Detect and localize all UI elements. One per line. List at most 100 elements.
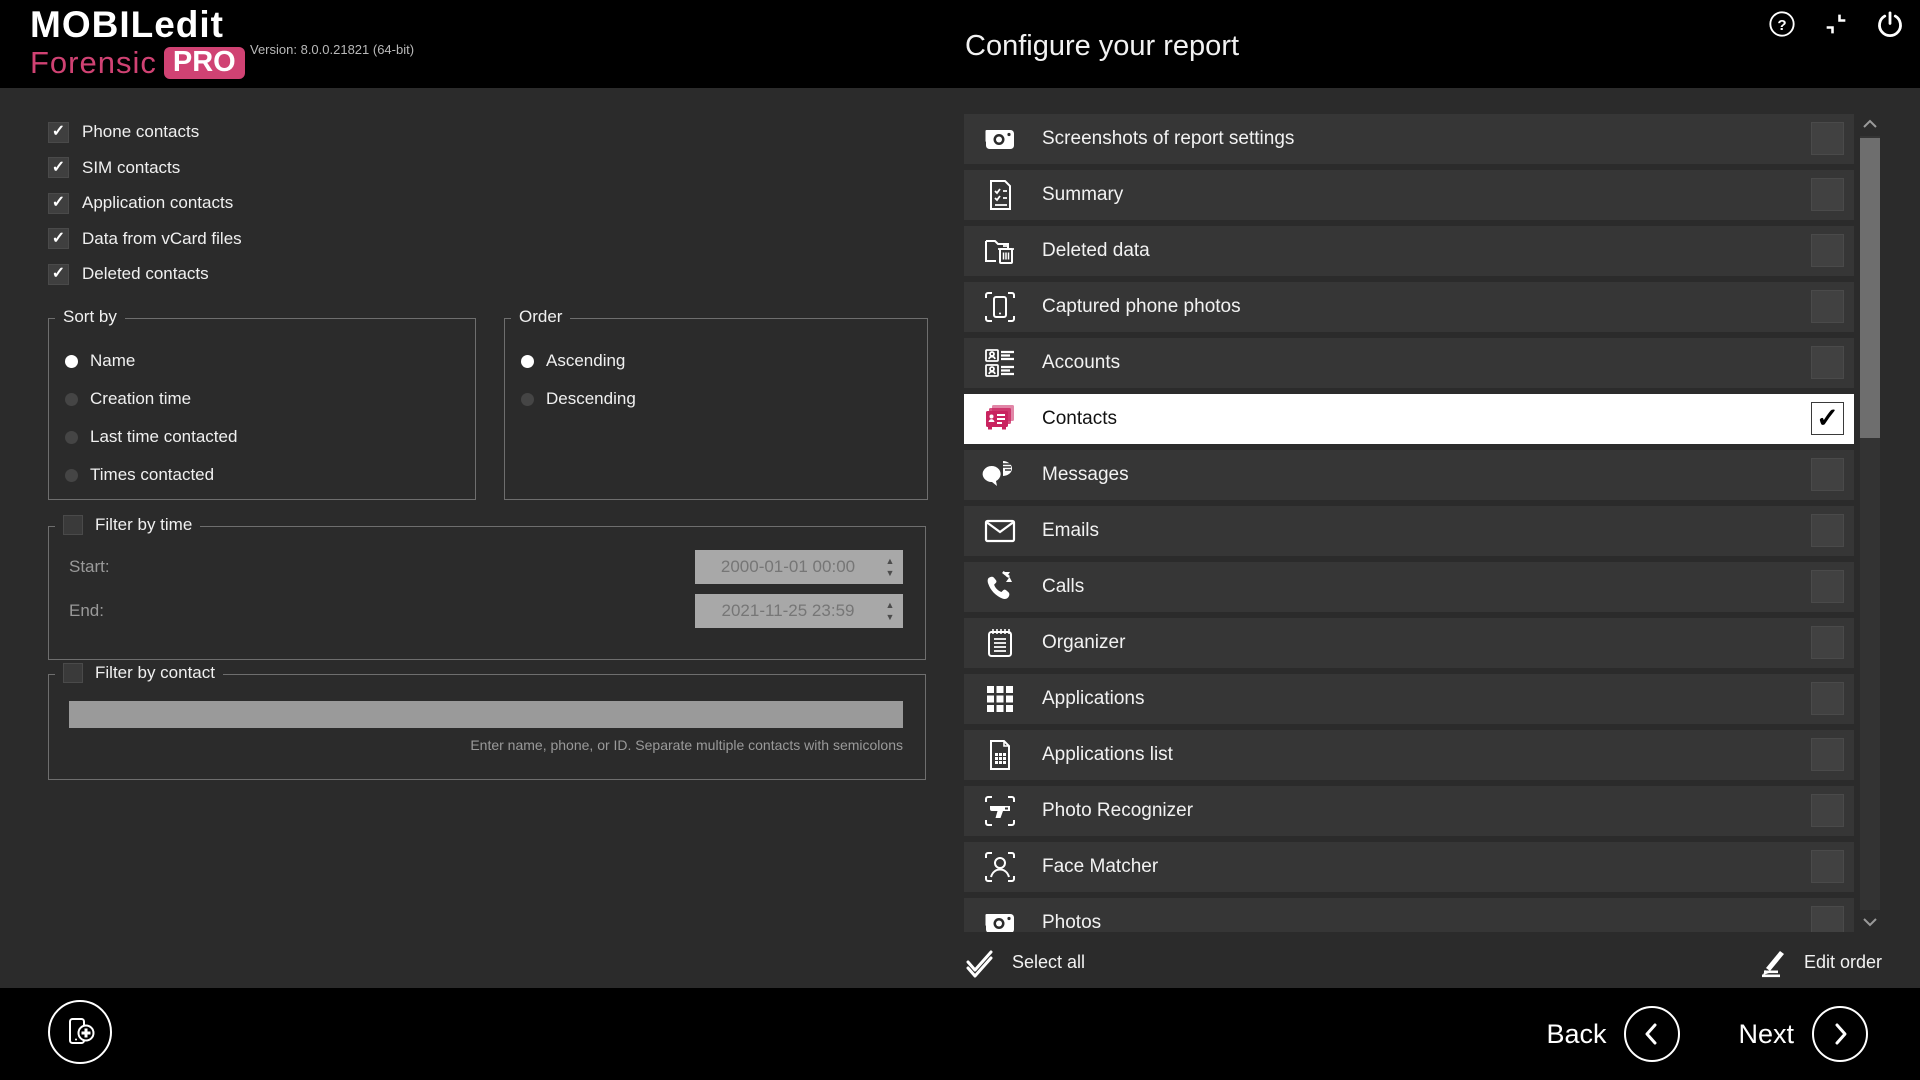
- report-section-checkbox-deleted-data[interactable]: [1811, 234, 1844, 267]
- scrollbar-thumb[interactable]: [1860, 138, 1880, 438]
- checkbox-application-contacts[interactable]: ✓Application contacts: [48, 191, 233, 215]
- report-section-calls[interactable]: Calls: [964, 562, 1854, 612]
- report-list-scrollbar: [1858, 114, 1882, 932]
- report-sections-list: Screenshots of report settings Summary Del…: [964, 114, 1854, 932]
- report-section-organizer[interactable]: Organizer: [964, 618, 1854, 668]
- report-section-label: Emails: [1042, 520, 1099, 542]
- power-icon[interactable]: [1874, 8, 1906, 40]
- add-phone-button[interactable]: [48, 1000, 112, 1064]
- chevron-right-icon: [1827, 1021, 1853, 1047]
- radio-dot[interactable]: [521, 355, 534, 368]
- start-datetime-value: 2000-01-01 00:00: [695, 557, 881, 577]
- checkbox-box-deleted-contacts[interactable]: ✓: [48, 264, 69, 285]
- report-section-checkbox-photos[interactable]: [1811, 906, 1844, 932]
- report-section-label: Applications: [1042, 688, 1144, 710]
- report-section-summary[interactable]: Summary: [964, 170, 1854, 220]
- checkbox-box-application-contacts[interactable]: ✓: [48, 193, 69, 214]
- report-section-checkbox-screenshots-of-report-settings[interactable]: [1811, 122, 1844, 155]
- report-section-contacts[interactable]: Contacts ✓: [964, 394, 1854, 444]
- captured-phone-icon: [982, 289, 1018, 325]
- radio-order-ascending[interactable]: Ascending: [521, 349, 927, 373]
- radio-label: Creation time: [90, 389, 191, 409]
- grid-icon: [982, 681, 1018, 717]
- report-section-checkbox-calls[interactable]: [1811, 570, 1844, 603]
- checkbox-deleted-contacts[interactable]: ✓Deleted contacts: [48, 262, 209, 286]
- checkbox-data-from-vcard-files[interactable]: ✓Data from vCard files: [48, 227, 242, 251]
- edit-order-button[interactable]: Edit order: [1756, 946, 1882, 978]
- report-section-checkbox-contacts[interactable]: ✓: [1811, 402, 1844, 435]
- checkbox-sim-contacts[interactable]: ✓ SIM contacts: [48, 156, 180, 180]
- logo-pro-badge: PRO: [164, 47, 245, 79]
- report-section-label: Summary: [1042, 184, 1123, 206]
- scroll-down-icon[interactable]: [1858, 912, 1882, 932]
- scrollbar-track[interactable]: [1860, 136, 1880, 910]
- checkbox-box-data-from-vcard-files[interactable]: ✓: [48, 228, 69, 249]
- dock-window-icon[interactable]: [1820, 8, 1852, 40]
- report-section-captured-phone-photos[interactable]: Captured phone photos: [964, 282, 1854, 332]
- radio-dot[interactable]: [65, 393, 78, 406]
- back-label[interactable]: Back: [1546, 1019, 1606, 1050]
- summary-icon: [982, 177, 1018, 213]
- report-section-deleted-data[interactable]: Deleted data: [964, 226, 1854, 276]
- report-section-messages[interactable]: Messages: [964, 450, 1854, 500]
- report-section-checkbox-applications-list[interactable]: [1811, 738, 1844, 771]
- next-label[interactable]: Next: [1738, 1019, 1794, 1050]
- report-section-label: Contacts: [1042, 408, 1117, 430]
- report-section-checkbox-emails[interactable]: [1811, 514, 1844, 547]
- checkbox-box-sim-contacts[interactable]: ✓: [48, 157, 69, 178]
- report-section-checkbox-messages[interactable]: [1811, 458, 1844, 491]
- report-section-face-matcher[interactable]: Face Matcher: [964, 842, 1854, 892]
- filter-by-contact-checkbox[interactable]: [63, 663, 83, 683]
- scroll-up-icon[interactable]: [1858, 114, 1882, 134]
- report-section-photo-recognizer[interactable]: Photo Recognizer: [964, 786, 1854, 836]
- report-section-screenshots-of-report-settings[interactable]: Screenshots of report settings: [964, 114, 1854, 164]
- radio-sort-times-contacted[interactable]: Times contacted: [65, 463, 475, 487]
- next-button[interactable]: [1812, 1006, 1868, 1062]
- checkbox-box-phone-contacts[interactable]: ✓: [48, 122, 69, 143]
- report-section-checkbox-organizer[interactable]: [1811, 626, 1844, 659]
- radio-sort-last-time-contacted[interactable]: Last time contacted: [65, 425, 475, 449]
- checkbox-label: Phone contacts: [82, 122, 199, 142]
- filter-by-time-checkbox[interactable]: [63, 515, 83, 535]
- start-spin-up-icon: ▲: [886, 557, 895, 566]
- radio-sort-name[interactable]: Name: [65, 349, 475, 373]
- report-section-emails[interactable]: Emails: [964, 506, 1854, 556]
- report-section-label: Calls: [1042, 576, 1084, 598]
- report-section-checkbox-applications[interactable]: [1811, 682, 1844, 715]
- checkbox-phone-contacts[interactable]: ✓ Phone contacts: [48, 120, 199, 144]
- radio-sort-creation-time[interactable]: Creation time: [65, 387, 475, 411]
- select-all-icon: [964, 946, 996, 978]
- report-section-checkbox-accounts[interactable]: [1811, 346, 1844, 379]
- radio-dot[interactable]: [65, 431, 78, 444]
- checkbox-label: SIM contacts: [82, 158, 180, 178]
- svg-text:?: ?: [1777, 17, 1786, 34]
- filter-by-contact-group: Filter by contact Enter name, phone, or …: [48, 674, 926, 780]
- report-section-label: Screenshots of report settings: [1042, 128, 1294, 150]
- page-title: Configure your report: [965, 30, 1239, 63]
- doc-grid-icon: [982, 737, 1018, 773]
- report-section-checkbox-face-matcher[interactable]: [1811, 850, 1844, 883]
- report-section-checkbox-summary[interactable]: [1811, 178, 1844, 211]
- logo-mobiledit: MOBILedit: [30, 6, 245, 45]
- report-section-accounts[interactable]: Accounts: [964, 338, 1854, 388]
- report-section-checkbox-captured-phone-photos[interactable]: [1811, 290, 1844, 323]
- report-section-applications-list[interactable]: Applications list: [964, 730, 1854, 780]
- report-section-checkbox-photo-recognizer[interactable]: [1811, 794, 1844, 827]
- add-phone-icon: [63, 1015, 97, 1049]
- radio-dot[interactable]: [65, 469, 78, 482]
- app-logo: MOBILedit Forensic PRO: [30, 6, 245, 79]
- back-button[interactable]: [1624, 1006, 1680, 1062]
- radio-dot[interactable]: [65, 355, 78, 368]
- report-section-label: Photo Recognizer: [1042, 800, 1193, 822]
- select-all-button[interactable]: Select all: [964, 946, 1085, 978]
- report-section-applications[interactable]: Applications: [964, 674, 1854, 724]
- accounts-icon: [982, 345, 1018, 381]
- version-text: Version: 8.0.0.21821 (64-bit): [250, 42, 414, 57]
- radio-order-descending[interactable]: Descending: [521, 387, 927, 411]
- help-icon[interactable]: ?: [1766, 8, 1798, 40]
- report-section-photos[interactable]: Photos: [964, 898, 1854, 932]
- organizer-icon: [982, 625, 1018, 661]
- contacts-icon: [982, 401, 1018, 437]
- radio-dot[interactable]: [521, 393, 534, 406]
- camera-icon: [982, 121, 1018, 157]
